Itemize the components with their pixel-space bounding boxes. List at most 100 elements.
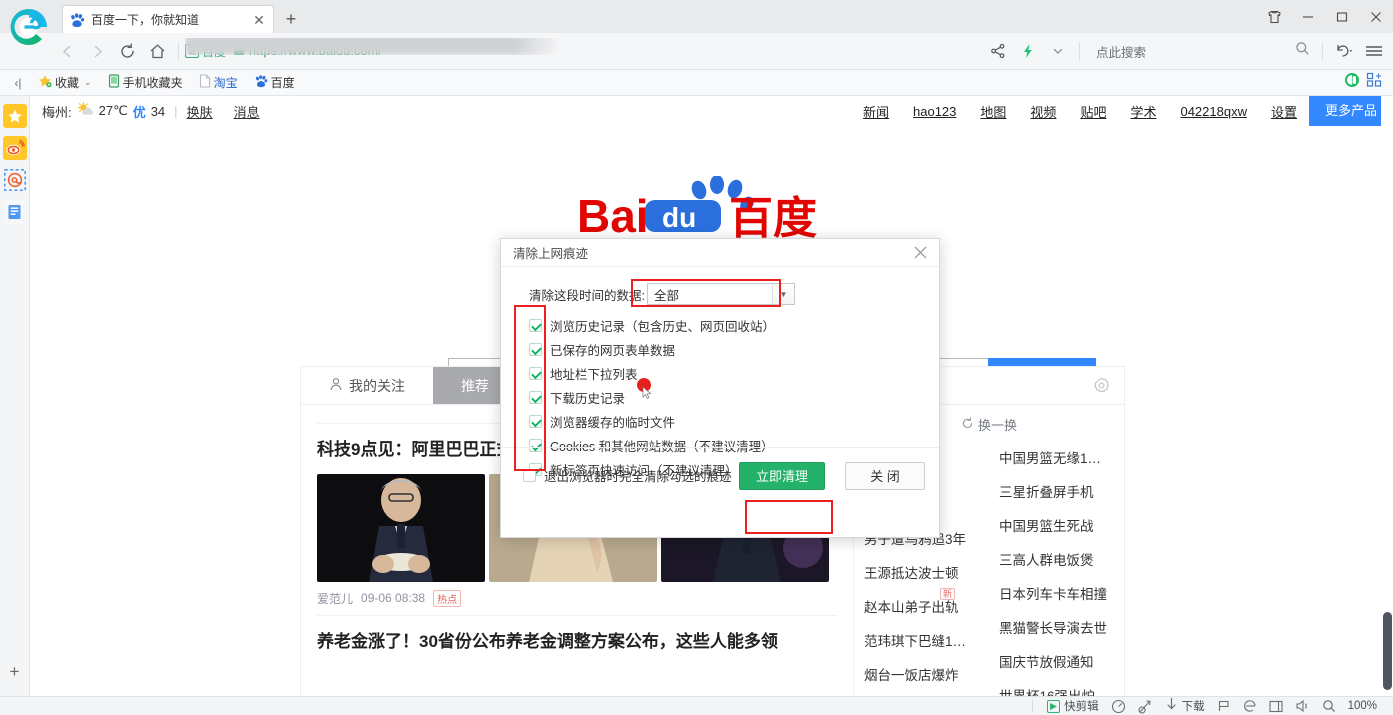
quick-clip-button[interactable]: 快剪辑 [1041,697,1105,715]
article-title[interactable]: 养老金涨了！30省份公布养老金调整方案公布，这些人能多领 [317,630,837,654]
undo-icon[interactable] [1329,36,1359,66]
hot-item[interactable]: 范玮琪下巴缝1… [862,623,981,657]
weather-temp: 27℃ [98,103,128,118]
nav-link-settings[interactable]: 设置 [1259,102,1309,121]
zoom-level[interactable]: 100% [1342,697,1383,715]
back-button[interactable] [52,36,82,66]
hot-item[interactable]: 三星折叠屏手机 [997,474,1116,508]
change-skin-link[interactable]: 换肤 [187,102,213,121]
bookmark-item-baidu[interactable]: 百度 [248,73,301,92]
forward-button[interactable] [82,36,112,66]
scrollbar-thumb[interactable] [1383,612,1392,690]
apps-grid-icon[interactable] [1366,72,1383,93]
tab-my-follow[interactable]: 我的关注 [301,367,433,404]
chevron-down-icon[interactable]: ⌄ [84,77,92,88]
bookmark-label: 收藏 [55,76,80,90]
reload-button[interactable] [112,36,142,66]
checkbox-clear-on-exit[interactable] [523,469,536,482]
nav-link-video[interactable]: 视频 [1018,102,1068,121]
window-split-icon[interactable] [1263,697,1289,715]
close-icon[interactable] [909,242,931,264]
speaker-icon[interactable] [1289,697,1316,715]
bookmark-item-taobao[interactable]: 淘宝 [193,73,244,92]
hot-item[interactable]: 王源抵达波士顿 [862,555,981,589]
checkbox-address-bar-dropdown[interactable] [529,366,542,380]
nav-link-username[interactable]: 042218qxw [1168,104,1259,119]
hot-item[interactable]: 世界杯16强出炉 [997,678,1116,696]
bookmark-item-favorites[interactable]: 收藏 ⌄ [32,73,98,92]
option-label: 已保存的网页表单数据 [550,343,676,358]
browser-tab[interactable]: 百度一下，你就知道 ✕ [62,5,274,33]
hot-item[interactable]: 国庆节放假通知 [997,644,1116,678]
nav-link-hao123[interactable]: hao123 [901,104,968,119]
close-window-button[interactable] [1359,0,1393,33]
chevron-down-icon[interactable] [1043,36,1073,66]
hot-item[interactable]: 中国男篮生死战 [997,508,1116,542]
download-button[interactable]: 下载 [1159,697,1211,715]
mouse-gesture-icon[interactable] [1132,697,1159,715]
share-icon[interactable] [983,36,1013,66]
hot-item[interactable]: 中国男篮无缘1… [997,440,1116,474]
option-row[interactable]: 地址栏下拉列表 [529,361,939,385]
bookmark-label: 百度 [270,76,295,90]
nav-link-news[interactable]: 新闻 [851,102,901,121]
option-row[interactable]: 下载历史记录 [529,385,939,409]
option-row[interactable]: 浏览器缓存的临时文件 [529,409,939,433]
hamburger-menu-icon[interactable] [1359,36,1389,66]
new-tab-button[interactable]: + [280,9,302,31]
news-article[interactable]: 养老金涨了！30省份公布养老金调整方案公布，这些人能多领 [317,630,837,654]
hot-item[interactable]: 三高人群电饭煲 [997,542,1116,576]
messages-link[interactable]: 消息 [234,102,260,121]
e-logo-icon[interactable] [1237,697,1263,715]
reader-mode-icon[interactable] [1344,72,1360,93]
clear-now-button[interactable]: 立即清理 [739,461,825,490]
nav-link-academic[interactable]: 学术 [1118,102,1168,121]
maximize-button[interactable] [1325,0,1359,33]
home-button[interactable] [142,36,172,66]
skin-shirt-icon[interactable] [1257,0,1291,33]
bookmark-item-mobile-favorites[interactable]: 手机收藏夹 [102,73,189,92]
nav-link-map[interactable]: 地图 [968,102,1018,121]
weather-widget[interactable]: 梅州: 27℃ 优 34 | 换肤 消息 [42,102,276,121]
clear-on-exit-row[interactable]: 退出浏览器时完全清除勾选的痕迹 [523,466,732,485]
hot-item[interactable]: 黑猫警长导演去世 [997,610,1116,644]
favorites-star-icon[interactable] [2,104,27,128]
person-icon [329,377,343,394]
weibo-icon[interactable] [2,136,27,160]
tab-close-icon[interactable]: ✕ [251,12,267,28]
download-arrow-icon [1165,697,1178,715]
bookmark-collapse-icon[interactable]: ‹| [8,76,28,90]
notes-doc-icon[interactable] [2,200,27,224]
page-scrollbar[interactable] [1381,96,1393,696]
hot-item[interactable]: 日本列车卡车相撞 [997,576,1116,610]
chevron-down-icon[interactable]: ▼ [771,284,794,304]
time-range-select[interactable]: 全部 ▼ [646,283,795,305]
nav-link-tieba[interactable]: 贴吧 [1068,102,1118,121]
magnifier-icon[interactable] [1295,41,1310,61]
close-dialog-button[interactable]: 关 闭 [845,461,925,490]
svg-text:Bai: Bai [577,190,649,238]
flag-icon[interactable] [1211,697,1237,715]
address-bar[interactable]: 证 百度 https://www.baidu.com/ [185,38,983,64]
email-at-icon[interactable] [3,168,27,192]
speed-dial-icon[interactable] [1105,697,1132,715]
option-row[interactable]: 浏览历史记录（包含历史、网页回收站） [529,313,939,337]
status-label: 下载 [1181,701,1205,713]
baidu-paw-icon [69,12,85,28]
checkbox-form-data[interactable] [529,342,542,356]
clear-browsing-data-dialog: 清除上网痕迹 清除这段时间的数据: 全部 ▼ 浏览历史记录（包含历史、网页回收站… [500,238,940,538]
zoom-magnifier-icon[interactable] [1316,697,1342,715]
add-sidebar-item-button[interactable]: + [10,662,20,682]
search-input[interactable]: 点此搜索 [1086,38,1316,64]
hot-item[interactable]: 烟台一饭店爆炸 [862,657,981,691]
lightning-icon[interactable] [1013,36,1043,66]
tab-label: 推荐 [461,377,489,394]
checkbox-cache-files[interactable] [529,414,542,428]
article-thumbnail[interactable] [317,473,485,582]
gear-icon[interactable] [1093,367,1110,404]
checkbox-browsing-history[interactable] [529,318,542,332]
minimize-button[interactable] [1291,0,1325,33]
option-row[interactable]: 已保存的网页表单数据 [529,337,939,361]
checkbox-download-history[interactable] [529,390,542,404]
hot-item[interactable]: 赵本山弟子出轨 [862,589,981,623]
